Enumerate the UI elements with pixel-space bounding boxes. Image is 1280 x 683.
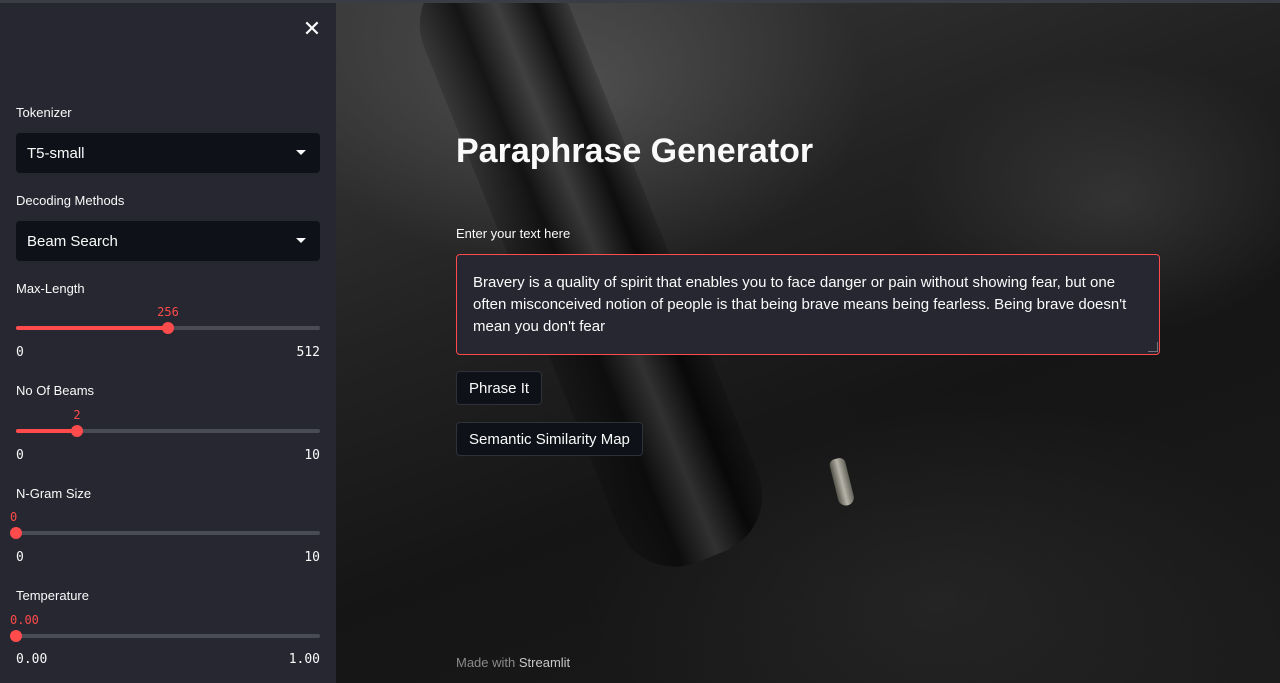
- resize-handle-icon[interactable]: [1148, 342, 1158, 352]
- slider-fill: [16, 429, 77, 433]
- slider-fill: [16, 326, 168, 330]
- footer-prefix: Made with: [456, 655, 516, 670]
- page-title: Paraphrase Generator: [456, 132, 814, 170]
- ngram-size-max: 10: [304, 550, 320, 565]
- slider-thumb[interactable]: [71, 425, 83, 437]
- max-length-label: Max-Length: [16, 281, 85, 296]
- slider-track: [16, 634, 320, 638]
- tokenizer-select[interactable]: T5-small: [16, 133, 320, 173]
- temperature-min: 0.00: [16, 652, 48, 667]
- max-length-min: 0: [16, 345, 24, 360]
- slider-track: [16, 531, 320, 535]
- input-label: Enter your text here: [456, 226, 571, 241]
- slider-value: 2: [73, 408, 81, 422]
- tokenizer-value: T5-small: [27, 144, 85, 162]
- slider-value: 256: [157, 305, 179, 319]
- text-input-area[interactable]: Bravery is a quality of spirit that enab…: [456, 254, 1160, 355]
- footer: Made with Streamlit: [456, 655, 570, 670]
- close-icon[interactable]: ✕: [300, 16, 324, 41]
- decoding-label: Decoding Methods: [16, 193, 125, 208]
- footer-brand-link[interactable]: Streamlit: [519, 655, 570, 670]
- temperature-label: Temperature: [16, 588, 89, 603]
- slider-value: 0: [10, 510, 18, 524]
- num-beams-min: 0: [16, 448, 24, 463]
- slider-thumb[interactable]: [10, 527, 22, 539]
- caret-down-icon: [296, 238, 306, 243]
- window-top-border: [0, 0, 1280, 3]
- max-length-max: 512: [296, 345, 320, 360]
- ngram-size-label: N-Gram Size: [16, 486, 92, 501]
- ngram-size-slider[interactable]: 0: [10, 510, 320, 550]
- num-beams-slider[interactable]: 2: [16, 408, 320, 448]
- num-beams-max: 10: [304, 448, 320, 463]
- phrase-it-button[interactable]: Phrase It: [456, 371, 543, 405]
- background-pen-tip: [828, 456, 856, 508]
- main-content: Paraphrase Generator Enter your text her…: [336, 0, 1280, 683]
- ngram-size-min: 0: [16, 550, 24, 565]
- sidebar: ✕ Tokenizer T5-small Decoding Methods Be…: [0, 0, 336, 683]
- slider-thumb[interactable]: [162, 322, 174, 334]
- decoding-value: Beam Search: [27, 232, 118, 250]
- temperature-slider[interactable]: 0.00: [10, 613, 320, 653]
- semantic-similarity-map-button[interactable]: Semantic Similarity Map: [456, 422, 643, 456]
- tokenizer-label: Tokenizer: [16, 105, 72, 120]
- temperature-max: 1.00: [288, 652, 320, 667]
- caret-down-icon: [296, 150, 306, 155]
- max-length-slider[interactable]: 256: [16, 305, 320, 345]
- slider-value: 0.00: [10, 613, 39, 627]
- num-beams-label: No Of Beams: [16, 383, 95, 398]
- slider-thumb[interactable]: [10, 630, 22, 642]
- decoding-select[interactable]: Beam Search: [16, 221, 320, 261]
